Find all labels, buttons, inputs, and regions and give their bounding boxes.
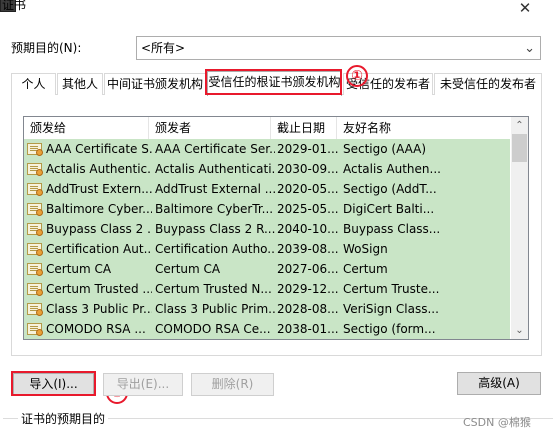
- scroll-up-icon[interactable]: ⌃: [511, 117, 528, 134]
- cell-friendly-name: Sectigo (form...: [343, 322, 436, 336]
- scrollbar[interactable]: ⌃ ⌄: [511, 117, 528, 339]
- certificate-icon: [27, 283, 43, 296]
- cell-issued-to: Baltimore Cyber...: [46, 202, 152, 216]
- tab-personal[interactable]: 个人: [11, 73, 56, 95]
- cell-issued-by: Actalis Authenticati...: [155, 162, 275, 176]
- certificate-icon: [27, 243, 43, 256]
- cell-friendly-name: Buypass Class...: [343, 222, 441, 236]
- list-header: 颁发给 颁发者 截止日期 友好名称: [24, 117, 512, 139]
- cell-friendly-name: Sectigo (AddT...: [343, 182, 437, 196]
- remove-button[interactable]: 删除(R): [191, 373, 274, 396]
- cell-issued-to: AddTrust Extern...: [46, 182, 152, 196]
- table-row[interactable]: AddTrust Extern... AddTrust External ... 2…: [24, 179, 510, 199]
- cell-friendly-name: Certum Truste...: [343, 282, 440, 296]
- cell-expiry: 2039-08...: [277, 242, 339, 256]
- table-row[interactable]: Buypass Class 2 ... Buypass Class 2 R... 2…: [24, 219, 510, 239]
- window-title: 证书: [2, 0, 27, 12]
- cell-expiry: 2027-06...: [277, 262, 339, 276]
- certificate-icon: [27, 223, 43, 236]
- certificate-icon: [27, 183, 43, 196]
- cell-expiry: 2030-09...: [277, 162, 339, 176]
- cell-issued-to: Certum Trusted ...: [46, 282, 152, 296]
- cell-issued-to: Actalis Authentic...: [46, 162, 152, 176]
- column-header-friendly-name[interactable]: 友好名称: [337, 117, 512, 139]
- cell-friendly-name: Sectigo (AAA): [343, 142, 427, 156]
- purpose-dropdown[interactable]: <所有> ⌄: [136, 36, 541, 60]
- cell-expiry: 2020-05...: [277, 182, 339, 196]
- scroll-down-icon[interactable]: ⌄: [511, 322, 528, 339]
- tab-highlight-box: [205, 69, 342, 95]
- tab-intermediate-ca[interactable]: 中间证书颁发机构: [104, 73, 206, 95]
- cell-friendly-name: VeriSign Class...: [343, 302, 439, 316]
- cell-issued-by: Certum CA: [155, 262, 221, 276]
- table-row[interactable]: Certum Trusted ... Certum Trusted N... 202…: [24, 279, 510, 299]
- cell-issued-by: Baltimore CyberTr...: [155, 202, 274, 216]
- cell-issued-to: Certum CA: [46, 262, 112, 276]
- cell-issued-by: Certification Autho...: [155, 242, 275, 256]
- tab-other-people[interactable]: 其他人: [57, 73, 103, 95]
- cell-issued-by: Class 3 Public Prim...: [155, 302, 275, 316]
- column-header-expiry[interactable]: 截止日期: [271, 117, 337, 139]
- table-row[interactable]: Certification Aut... Certification Autho.…: [24, 239, 510, 259]
- column-header-issued-to[interactable]: 颁发给: [24, 117, 149, 139]
- list-rows: AAA Certificate S... AAA Certificate Ser.…: [24, 139, 512, 339]
- cell-expiry: 2038-01...: [277, 322, 339, 336]
- column-header-issued-by[interactable]: 颁发者: [149, 117, 271, 139]
- cell-issued-by: AddTrust External ...: [155, 182, 275, 196]
- cell-issued-by: AAA Certificate Ser...: [155, 142, 275, 156]
- scroll-thumb[interactable]: [512, 134, 527, 162]
- certificate-icon: [27, 143, 43, 156]
- cell-expiry: 2040-10...: [277, 222, 339, 236]
- certificate-icon: [27, 303, 43, 316]
- cell-friendly-name: DigiCert Balti...: [343, 202, 435, 216]
- table-row[interactable]: Certum CA Certum CA 2027-06... Certum: [24, 259, 510, 279]
- close-button[interactable]: ✕: [512, 0, 538, 18]
- certificate-list[interactable]: 颁发给 颁发者 截止日期 友好名称 AAA Certificate S... AA…: [23, 116, 529, 340]
- certificate-icon: [27, 263, 43, 276]
- table-row[interactable]: AAA Certificate S... AAA Certificate Ser.…: [24, 139, 510, 159]
- certificate-icon: [27, 163, 43, 176]
- certificate-icon: [27, 203, 43, 216]
- tab-untrusted-publishers[interactable]: 未受信任的发布者: [434, 73, 542, 95]
- cell-expiry: 2025-05...: [277, 202, 339, 216]
- cell-expiry: 2028-08...: [277, 302, 339, 316]
- cell-issued-to: AAA Certificate S...: [46, 142, 152, 156]
- table-row[interactable]: Class 3 Public Pr... Class 3 Public Prim.…: [24, 299, 510, 319]
- import-highlight-box: [11, 371, 96, 396]
- intended-purposes-label: 证书的预期目的: [18, 411, 109, 427]
- cell-expiry: 2029-01...: [277, 142, 339, 156]
- step-1-marker: ①: [346, 65, 368, 87]
- cell-issued-by: Buypass Class 2 R...: [155, 222, 275, 236]
- cell-issued-to: Class 3 Public Pr...: [46, 302, 152, 316]
- cell-expiry: 2029-12...: [277, 282, 339, 296]
- cell-issued-to: Buypass Class 2 ...: [46, 222, 152, 236]
- watermark: CSDN @棉猴: [463, 416, 531, 429]
- cell-friendly-name: Certum: [343, 262, 388, 276]
- cell-issued-by: COMODO RSA Ce...: [155, 322, 271, 336]
- cell-friendly-name: Actalis Authen...: [343, 162, 441, 176]
- cell-issued-by: Certum Trusted N...: [155, 282, 272, 296]
- chevron-down-icon: ⌄: [524, 41, 535, 56]
- certificate-icon: [27, 323, 43, 336]
- cell-issued-to: COMODO RSA ...: [46, 322, 146, 336]
- table-row[interactable]: Actalis Authentic... Actalis Authenticati…: [24, 159, 510, 179]
- cell-friendly-name: WoSign: [343, 242, 388, 256]
- purpose-label: 预期目的(N):: [11, 41, 82, 55]
- table-row[interactable]: Baltimore Cyber... Baltimore CyberTr... 20…: [24, 199, 510, 219]
- purpose-selected-value: <所有>: [141, 41, 186, 55]
- advanced-button[interactable]: 高级(A): [457, 372, 541, 395]
- cell-issued-to: Certification Aut...: [46, 242, 152, 256]
- export-button[interactable]: 导出(E)...: [103, 373, 183, 396]
- table-row[interactable]: COMODO RSA ... COMODO RSA Ce... 2038-01...…: [24, 319, 510, 339]
